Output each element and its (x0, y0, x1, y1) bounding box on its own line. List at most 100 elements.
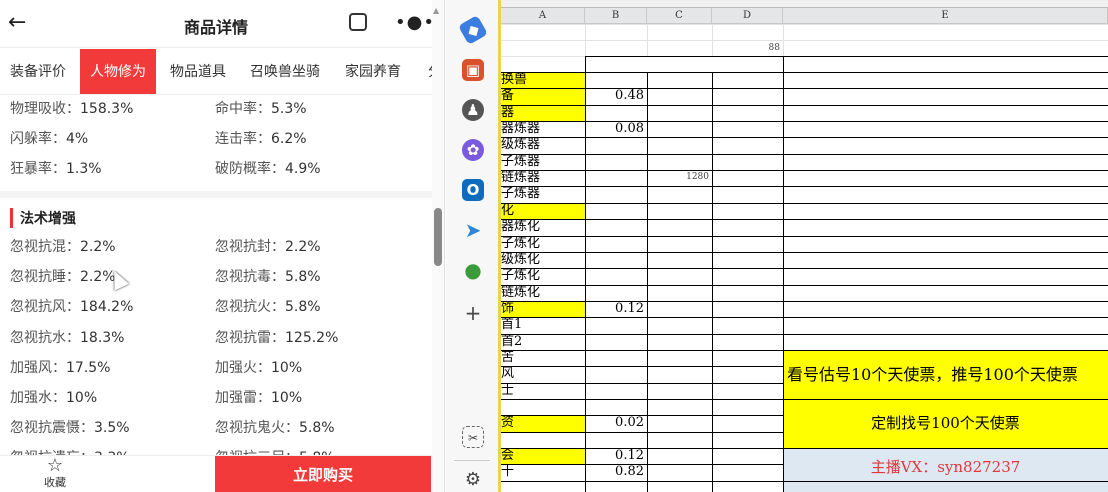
stat-value: 125.2% (285, 329, 339, 346)
cell-a[interactable] (501, 481, 585, 492)
cell-b[interactable]: 0.02 (585, 415, 644, 431)
stat-value: 17.5% (66, 359, 111, 376)
stat-label: 物理吸收： (10, 101, 80, 117)
cell-c[interactable]: 1280 (647, 170, 709, 186)
stat-value: 18.3% (80, 329, 125, 346)
cell-a[interactable]: 子炼器 (501, 154, 585, 170)
border (501, 104, 1108, 106)
cell-a[interactable]: 子炼化 (501, 268, 585, 284)
note-estimate[interactable]: 看号估号10个天使票，推号100个天使票 (783, 349, 1108, 399)
border (501, 480, 1108, 482)
stat-item: 忽视抗混：2.2% (10, 236, 116, 256)
cell-a[interactable]: 首1 (501, 317, 585, 333)
gridline (783, 24, 784, 56)
stat-label: 忽视抗鬼火： (215, 420, 299, 437)
favorite-button[interactable]: ☆ 收藏 (40, 456, 70, 490)
gear-icon[interactable]: ⚙ (462, 469, 484, 491)
stat-item: 加强雷：10% (215, 387, 302, 407)
outlook-icon[interactable]: O (462, 179, 484, 201)
stat-label: 加强雷： (215, 390, 271, 406)
stat-item: 忽视抗风：184.2% (10, 296, 133, 316)
cell-a[interactable]: 级炼化 (501, 252, 585, 268)
stat-value: 6.2% (271, 131, 307, 147)
cell-a[interactable]: 风 (501, 366, 585, 382)
cell-a[interactable]: 链炼化 (501, 285, 585, 301)
header: ← 商品详情 •●• (0, 0, 435, 48)
stat-value: 4.9% (285, 161, 321, 177)
stat-item: 命中率：5.3% (215, 98, 307, 118)
cell-a[interactable]: 会 (501, 448, 585, 464)
people-icon[interactable]: ♟ (462, 99, 484, 121)
cell-a[interactable]: 换兽 (501, 72, 585, 88)
cell-a[interactable]: 器炼化 (501, 219, 585, 235)
note-custom[interactable]: 定制找号100个天使票 (783, 399, 1108, 449)
cell-a[interactable]: 器炼器 (501, 121, 585, 137)
toolbox-icon[interactable]: ▣ (462, 59, 484, 81)
stat-label: 闪躲率： (10, 131, 66, 147)
tab-4[interactable]: 家园养育 (341, 49, 405, 94)
tree-icon[interactable]: ● (462, 259, 484, 281)
send-icon[interactable]: ➤ (462, 219, 484, 241)
stat-value: 5.3% (271, 101, 307, 117)
more-icon[interactable]: •●• (395, 12, 435, 33)
screenshot-icon[interactable]: ✂ (462, 426, 484, 448)
stat-value: 158.3% (80, 101, 134, 117)
border (501, 300, 1108, 302)
cell-b[interactable]: 0.82 (585, 464, 644, 480)
stat-item: 忽视抗鬼火：5.8% (215, 417, 335, 437)
tab-5[interactable]: 分 (424, 49, 432, 94)
column-header-B[interactable]: B (585, 8, 647, 24)
cell-a[interactable]: 子炼器 (501, 186, 585, 202)
tab-2[interactable]: 物品道具 (166, 49, 230, 94)
cell-b[interactable]: 0.12 (585, 301, 644, 317)
scroll-up-icon[interactable]: ▲ (433, 6, 439, 15)
border (501, 170, 1108, 172)
cell-a[interactable]: 化 (501, 203, 585, 219)
cell-a[interactable] (501, 399, 585, 415)
column-header-D[interactable]: D (712, 8, 783, 24)
border (501, 464, 783, 466)
stat-label: 加强水： (10, 390, 66, 406)
note-contact[interactable]: 主播VX：syn827237 (783, 448, 1108, 492)
share-icon[interactable] (349, 13, 367, 31)
stat-label: 忽视抗睡： (10, 269, 80, 286)
cell-a[interactable]: 级炼器 (501, 137, 585, 153)
plus-icon[interactable]: + (462, 302, 484, 324)
cell-a[interactable]: 士 (501, 383, 585, 399)
cell-a[interactable]: 子炼化 (501, 236, 585, 252)
cell-a[interactable]: 器 (501, 105, 585, 121)
tag-icon[interactable]: ◆ (457, 14, 489, 46)
border (501, 415, 783, 417)
stat-value: 184.2% (80, 299, 134, 316)
stat-item: 忽视抗震慑：3.5% (10, 417, 130, 437)
cell-a[interactable]: 饰 (501, 301, 585, 317)
cell-a[interactable]: 链炼器 (501, 170, 585, 186)
tab-1[interactable]: 人物修为 (80, 49, 156, 94)
buy-now-button[interactable]: 立即购买 (215, 456, 431, 492)
cell-a[interactable]: 十 (501, 464, 585, 480)
stat-item: 加强火：10% (215, 357, 302, 377)
stat-item: 忽视抗雷：125.2% (215, 327, 338, 347)
cell-a[interactable]: 首2 (501, 334, 585, 350)
tab-3[interactable]: 召唤兽坐骑 (246, 49, 324, 94)
stat-value: 3.5% (94, 420, 130, 437)
cell-a[interactable]: 资 (501, 415, 585, 431)
stat-item: 物理吸收：158.3% (10, 98, 133, 118)
column-header-C[interactable]: C (647, 8, 712, 24)
column-header-A[interactable]: A (501, 8, 585, 24)
spreadsheet[interactable]: A B C D E 88 换兽备 0.48 器器炼器 0.08 级炼器 子炼器 链炼器 1280 子炼器化器… (501, 0, 1108, 492)
cell-a[interactable] (501, 432, 585, 448)
formula-bar-edge (501, 0, 1108, 8)
border (501, 72, 1108, 73)
cell-b[interactable]: 0.12 (585, 448, 644, 464)
border (712, 72, 713, 492)
cell-a[interactable]: 备 (501, 88, 585, 104)
cell-b[interactable]: 0.08 (585, 121, 644, 137)
scrollbar-thumb[interactable] (434, 208, 442, 266)
tab-0[interactable]: 装备评价 (6, 49, 70, 94)
cell-b[interactable]: 0.48 (585, 88, 644, 104)
copilot-icon[interactable]: ✿ (462, 139, 484, 161)
column-header-E[interactable]: E (783, 8, 1108, 24)
cell-a[interactable]: 苦 (501, 350, 585, 366)
page-title: 商品详情 (183, 18, 248, 37)
